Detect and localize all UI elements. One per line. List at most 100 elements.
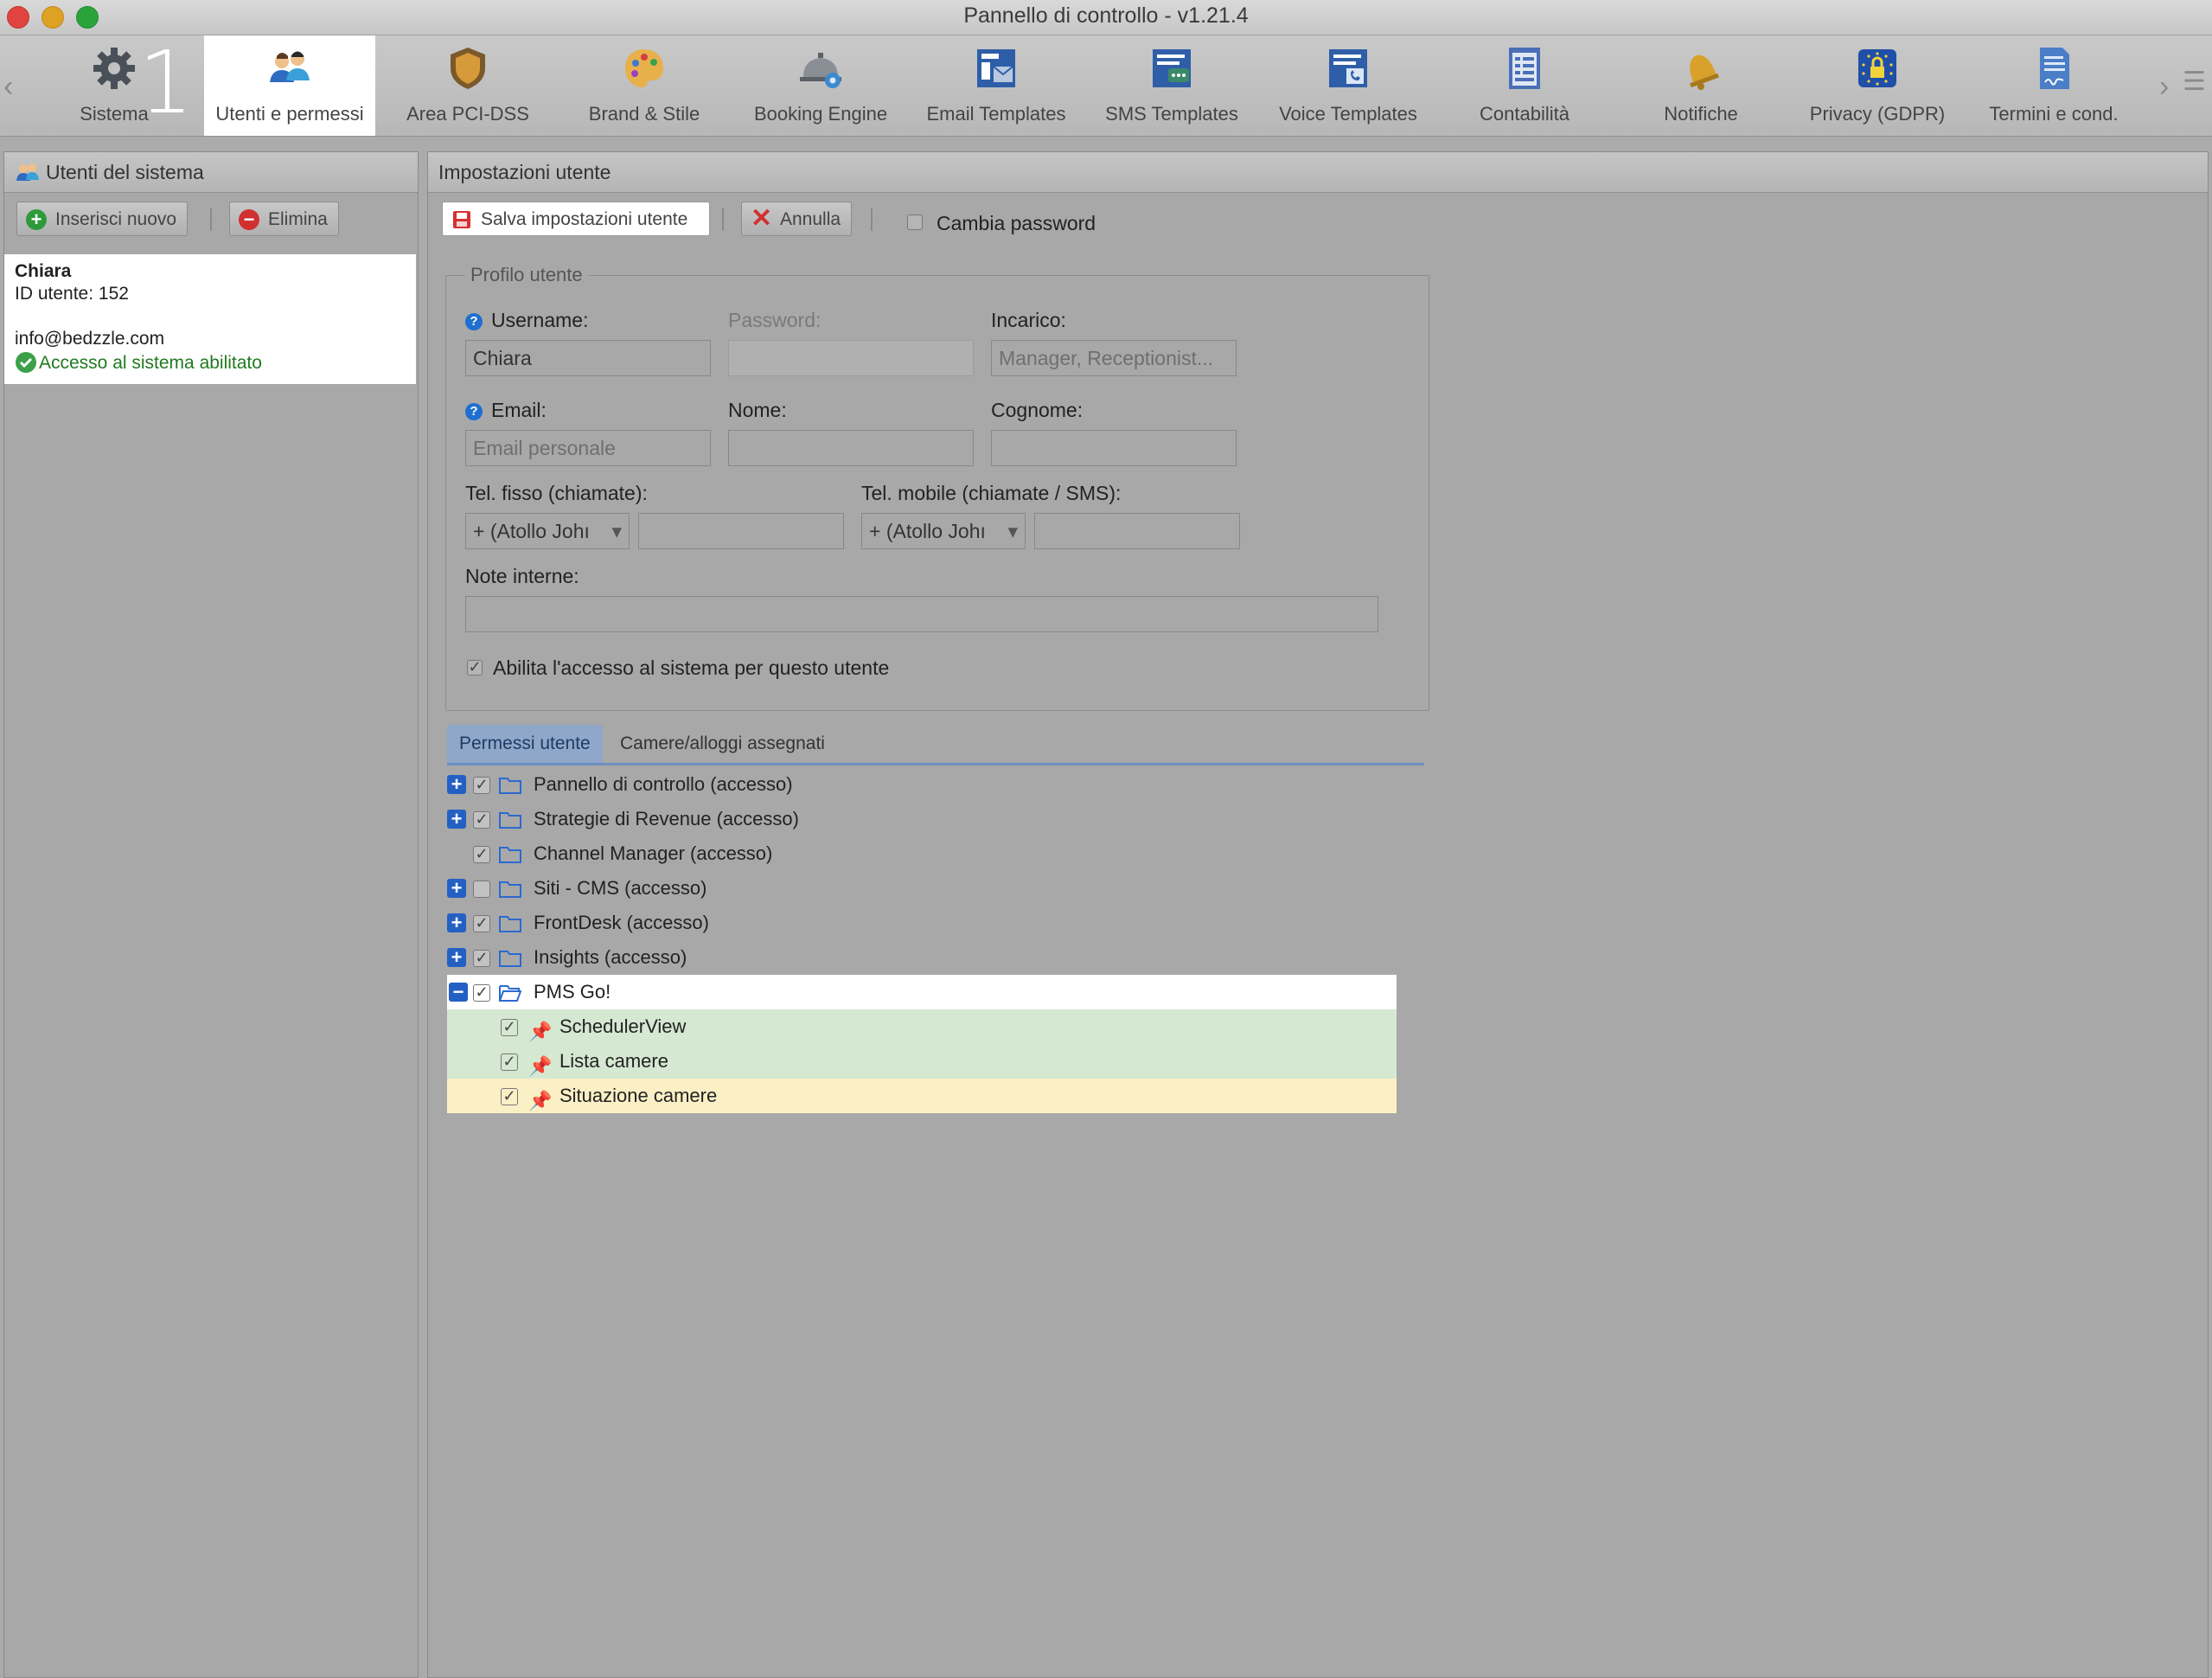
delete-user-button[interactable]: − Elimina: [229, 202, 339, 236]
user-profile-legend: Profilo utente: [465, 264, 588, 286]
toolbar-scroll-left-icon[interactable]: ‹: [3, 70, 13, 104]
notification-bell-icon: [1690, 54, 1719, 90]
help-icon[interactable]: ?: [465, 403, 483, 420]
last-name-label: Cognome:: [991, 399, 1084, 421]
check-circle-icon: [16, 352, 36, 373]
pushpin-icon: 📌: [528, 1090, 553, 1111]
permission-label: Siti - CMS (accesso): [534, 877, 707, 899]
toolbar-item-label: Area PCI-DSS: [406, 103, 529, 125]
permission-checkbox[interactable]: ✓: [501, 1088, 518, 1105]
chevron-down-icon: ▾: [1004, 514, 1018, 548]
tree-row-siti-cms[interactable]: + Siti - CMS (accesso): [447, 871, 1397, 906]
enable-access-checkbox[interactable]: ✓: [467, 659, 483, 676]
landline-number-input[interactable]: [638, 513, 844, 549]
folder-icon: [499, 951, 521, 967]
email-label: ? Email:: [465, 399, 547, 422]
expand-plus-icon[interactable]: +: [447, 775, 466, 794]
open-folder-icon: [499, 985, 521, 1002]
toolbar-item-privacy-gdpr[interactable]: Privacy (GDPR): [1792, 35, 1963, 136]
first-name-input[interactable]: [728, 430, 974, 466]
tree-row-lista-camere[interactable]: ✓ 📌 Lista camere: [447, 1044, 1397, 1079]
user-list-item-selected[interactable]: Chiara ID utente: 152 info@bedzzle.com A…: [4, 254, 416, 384]
username-label: ? Username:: [465, 309, 588, 332]
users-icon: [270, 51, 310, 82]
toolbar-item-area-pci-dss[interactable]: Area PCI-DSS: [382, 35, 553, 136]
permission-checkbox[interactable]: ✓: [473, 846, 490, 863]
cancel-button[interactable]: ✕ Annulla: [741, 202, 853, 236]
tree-row-insights[interactable]: + ✓ Insights (accesso): [447, 940, 1397, 975]
tree-row-pannello-di-controllo[interactable]: + ✓ Pannello di controllo (accesso): [447, 767, 1397, 802]
tab-user-permissions[interactable]: Permessi utente: [447, 725, 603, 763]
insert-new-user-button[interactable]: + Inserisci nuovo: [16, 202, 189, 236]
tree-row-pms-go[interactable]: − ✓ PMS Go!: [447, 975, 1397, 1009]
collapse-minus-icon[interactable]: −: [449, 983, 468, 1002]
email-input[interactable]: Email personale: [465, 430, 711, 466]
toolbar-item-termini-e-cond[interactable]: Termini e cond.: [1968, 35, 2139, 136]
username-input[interactable]: Chiara: [465, 340, 711, 376]
permission-checkbox[interactable]: ✓: [501, 1019, 518, 1036]
permission-checkbox[interactable]: [473, 881, 490, 898]
toolbar-overflow-menu-icon[interactable]: ☰: [2183, 67, 2206, 97]
toolbar-item-label: Email Templates: [926, 103, 1066, 125]
internal-notes-input[interactable]: [465, 596, 1378, 632]
toolbar-item-booking-engine[interactable]: Booking Engine: [735, 35, 906, 136]
expand-plus-icon[interactable]: +: [447, 879, 466, 898]
folder-icon: [499, 847, 521, 863]
tab-assigned-rooms[interactable]: Camere/alloggi assegnati: [608, 725, 837, 763]
gear-icon: [93, 48, 135, 89]
window-titlebar: Pannello di controllo - v1.21.4: [0, 0, 2212, 35]
role-input[interactable]: Manager, Receptionist...: [991, 340, 1237, 376]
toolbar-item-contabilita[interactable]: Contabilità: [1439, 35, 1610, 136]
main-toolbar: ‹ Sistema Utenti e permessi Area PCI-DSS: [0, 35, 2212, 137]
tree-row-channel-manager[interactable]: ✓ Channel Manager (accesso): [447, 836, 1397, 871]
permission-checkbox[interactable]: ✓: [473, 777, 490, 794]
permission-label: FrontDesk (accesso): [534, 912, 709, 933]
toolbar-item-voice-templates[interactable]: Voice Templates: [1263, 35, 1434, 136]
user-email: info@bedzzle.com: [15, 329, 165, 349]
chevron-down-icon: ▾: [608, 514, 622, 548]
change-password-checkbox[interactable]: [907, 215, 923, 230]
mobile-number-input[interactable]: [1034, 513, 1240, 549]
landline-label: Tel. fisso (chiamate):: [465, 482, 648, 504]
folder-icon: [499, 916, 521, 932]
toolbar-scroll-right-icon[interactable]: ›: [2159, 70, 2169, 104]
button-separator: [871, 208, 873, 231]
permission-checkbox[interactable]: ✓: [473, 950, 490, 967]
minus-circle-icon: −: [239, 209, 259, 230]
permission-checkbox[interactable]: ✓: [501, 1054, 518, 1071]
toolbar-item-sms-templates[interactable]: SMS Templates: [1086, 35, 1257, 136]
permission-checkbox[interactable]: ✓: [473, 984, 490, 1002]
first-name-label: Nome:: [728, 399, 787, 421]
settings-panel-header: Impostazioni utente: [428, 152, 2208, 193]
permission-label: PMS Go!: [534, 981, 611, 1002]
user-profile-group: Profilo utente ? Username: Chiara Passwor…: [445, 264, 1429, 711]
landline-country-select[interactable]: + (Atollo Johı ▾: [465, 513, 630, 549]
user-settings-panel: Impostazioni utente Salva impostazioni u…: [427, 151, 2209, 1678]
folder-icon: [499, 812, 521, 829]
internal-notes-label: Note interne:: [465, 565, 579, 587]
expand-plus-icon[interactable]: +: [447, 948, 466, 967]
mobile-country-select[interactable]: + (Atollo Johı ▾: [861, 513, 1026, 549]
toolbar-item-email-templates[interactable]: Email Templates: [911, 35, 1082, 136]
toolbar-item-notifiche[interactable]: Notifiche: [1615, 35, 1787, 136]
help-icon[interactable]: ?: [465, 313, 483, 330]
last-name-input[interactable]: [991, 430, 1237, 466]
permission-checkbox[interactable]: ✓: [473, 915, 490, 932]
settings-panel-title: Impostazioni utente: [438, 161, 611, 183]
toolbar-item-label: Contabilità: [1480, 103, 1569, 125]
toolbar-item-label: Utenti e permessi: [215, 103, 364, 125]
toolbar-item-utenti-e-permessi[interactable]: Utenti e permessi: [204, 35, 375, 136]
tree-row-frontdesk[interactable]: + ✓ FrontDesk (accesso): [447, 906, 1397, 940]
tree-row-schedulerview[interactable]: ✓ 📌 SchedulerView: [447, 1009, 1397, 1044]
password-label: Password:: [728, 309, 822, 331]
expand-plus-icon[interactable]: +: [447, 913, 466, 932]
tree-row-strategie-di-revenue[interactable]: + ✓ Strategie di Revenue (accesso): [447, 802, 1397, 836]
enable-access-label: Abilita l'accesso al sistema per questo …: [493, 656, 890, 679]
toolbar-item-brand-stile[interactable]: Brand & Stile: [559, 35, 730, 136]
expand-plus-icon[interactable]: +: [447, 810, 466, 829]
toolbar-item-label: Voice Templates: [1279, 103, 1417, 125]
save-user-settings-button[interactable]: Salva impostazioni utente: [442, 202, 710, 236]
tree-row-situazione-camere[interactable]: ✓ 📌 Situazione camere: [447, 1079, 1397, 1113]
permission-checkbox[interactable]: ✓: [473, 811, 490, 829]
save-user-settings-label: Salva impostazioni utente: [481, 209, 688, 229]
